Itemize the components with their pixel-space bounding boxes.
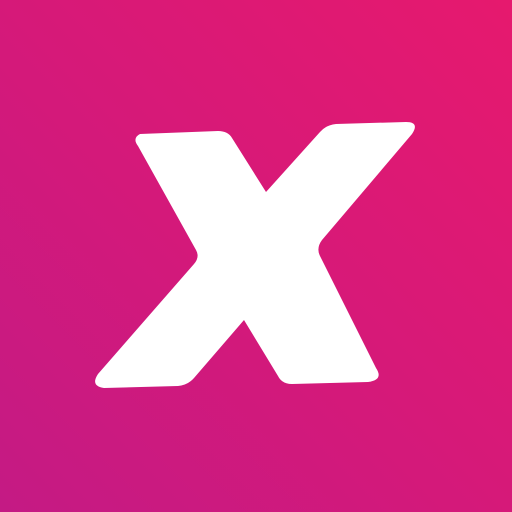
app-icon-background (0, 0, 512, 512)
x-logo-icon (95, 122, 415, 388)
x-logo-glyph (95, 122, 415, 388)
